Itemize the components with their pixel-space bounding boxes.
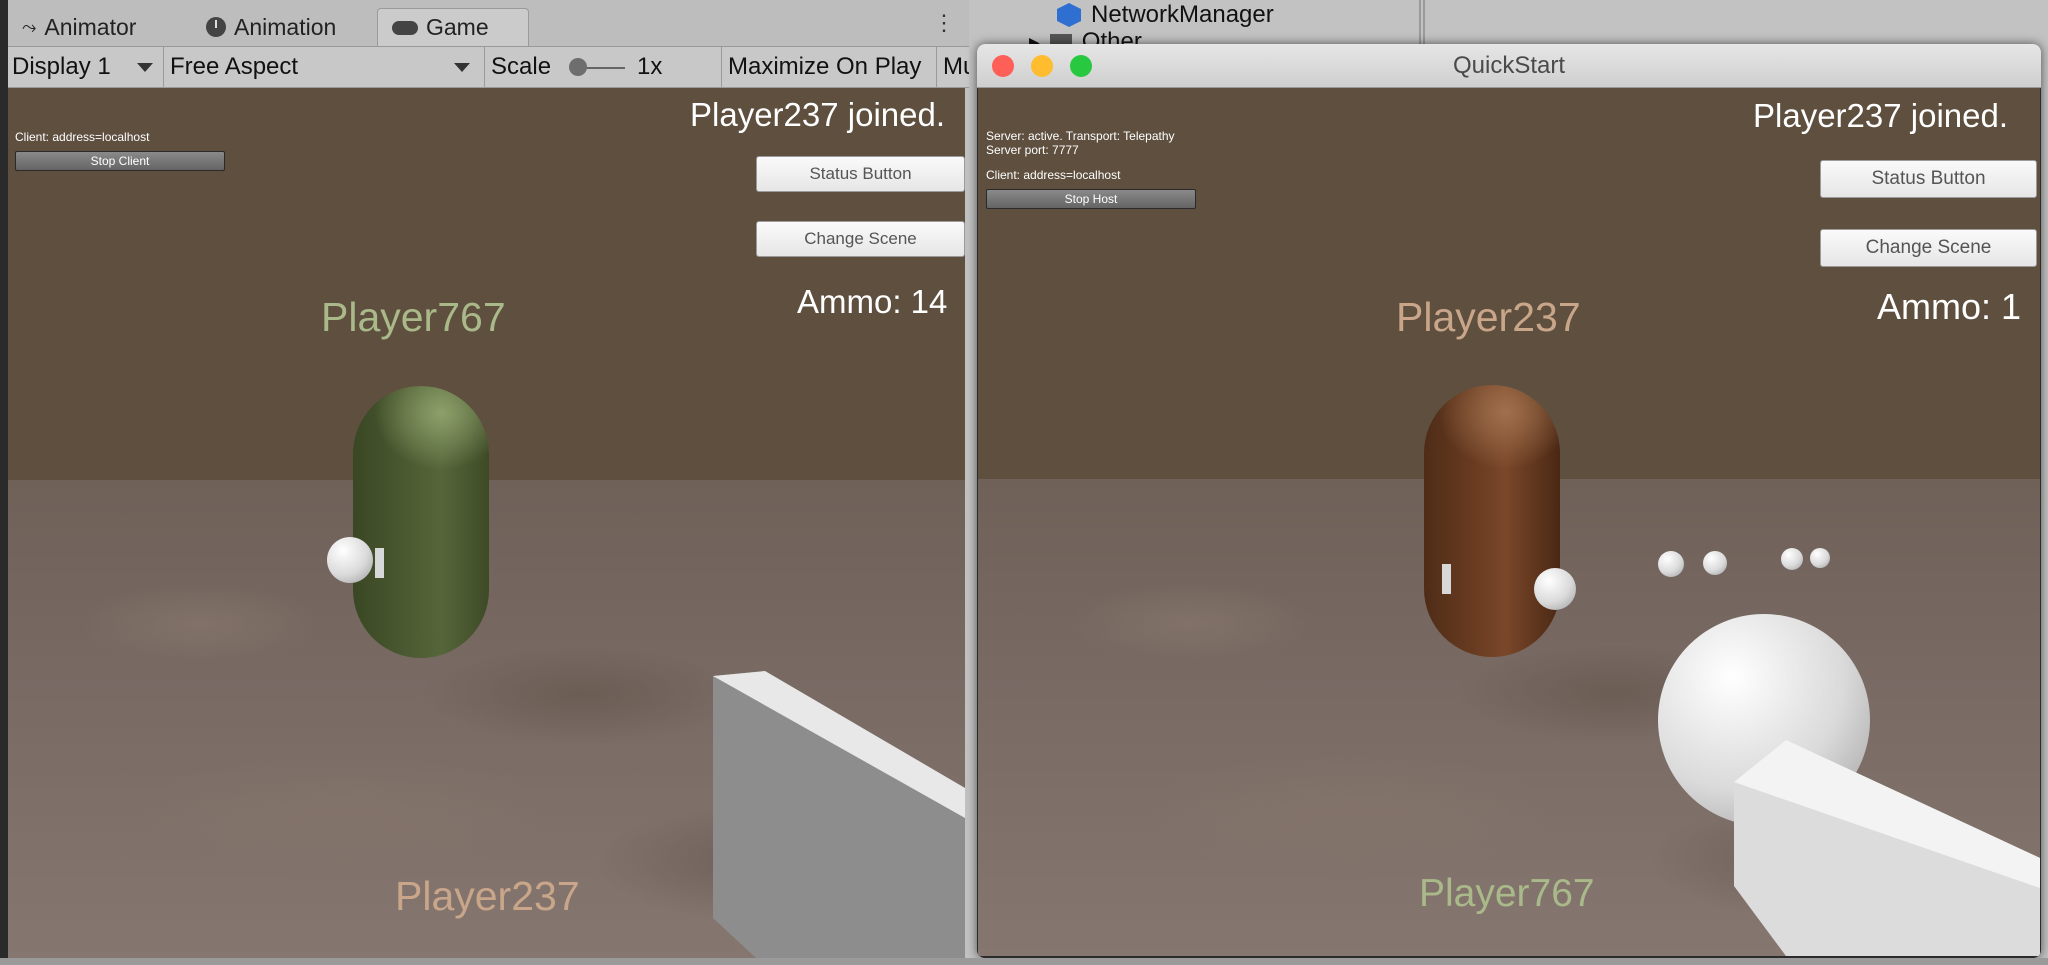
aspect-label: Free Aspect — [170, 53, 299, 80]
tab-animator[interactable]: ⤳ Animator — [8, 8, 150, 46]
game-viewport-right[interactable]: Player237 joined. Server: active. Transp… — [978, 88, 2040, 956]
aspect-dropdown[interactable]: Free Aspect — [166, 47, 484, 87]
kebab-menu-icon[interactable]: ⋮ — [933, 10, 955, 36]
gun-side — [713, 671, 965, 958]
game-viewport-left[interactable]: Player237 joined. Client: address=localh… — [8, 88, 965, 958]
left-panel-edge — [0, 0, 8, 965]
divider — [721, 47, 722, 87]
hierarchy-item-label: NetworkManager — [1091, 1, 1274, 28]
animator-icon: ⤳ — [22, 16, 37, 37]
chevron-down-icon — [454, 63, 470, 72]
quickstart-window: QuickStart Player237 joined. Server: act… — [977, 44, 2041, 958]
local-player-nametag: Player237 — [395, 873, 580, 919]
tab-game-label: Game — [426, 14, 489, 40]
scale-label: Scale — [491, 53, 552, 80]
mute-audio-toggle[interactable]: Mu — [939, 47, 969, 87]
maximize-label: Maximize On Play — [728, 53, 922, 80]
gamepad-icon — [392, 20, 418, 35]
tab-game[interactable]: Game — [377, 8, 529, 46]
scale-control: Scale 1x — [487, 47, 721, 87]
clock-icon — [206, 17, 226, 37]
mute-label: Mu — [943, 53, 969, 80]
window-title-bar[interactable]: QuickStart — [977, 44, 2041, 88]
window-title: QuickStart — [1452, 51, 1566, 79]
display-dropdown[interactable]: Display 1 — [8, 47, 163, 87]
display-label: Display 1 — [12, 53, 111, 80]
hierarchy-item-networkmanager[interactable]: NetworkManager — [1057, 1, 1274, 29]
divider — [936, 47, 937, 87]
tab-animator-label: Animator — [44, 13, 137, 40]
divider — [163, 47, 164, 87]
local-player-nametag: Player767 — [1419, 872, 1595, 915]
divider — [484, 47, 485, 87]
scale-value: 1x — [637, 53, 663, 80]
cube-icon — [1057, 3, 1081, 27]
maximize-on-play-toggle[interactable]: Maximize On Play — [724, 47, 936, 87]
game-view-toolbar: Display 1 Free Aspect Scale 1x Maximize … — [8, 47, 969, 88]
chevron-down-icon — [137, 63, 153, 72]
first-person-gun — [1734, 740, 2040, 956]
scale-slider-knob[interactable] — [569, 58, 587, 76]
first-person-gun — [713, 671, 965, 958]
bottom-status-bar — [0, 958, 2048, 965]
tab-animation[interactable]: Animation — [192, 8, 350, 46]
tab-animation-label: Animation — [234, 13, 337, 40]
unity-game-view: ⤳ Animator Animation Game ⋮ Display 1 Fr… — [8, 0, 969, 965]
editor-tab-bar: ⤳ Animator Animation Game ⋮ — [8, 0, 969, 47]
